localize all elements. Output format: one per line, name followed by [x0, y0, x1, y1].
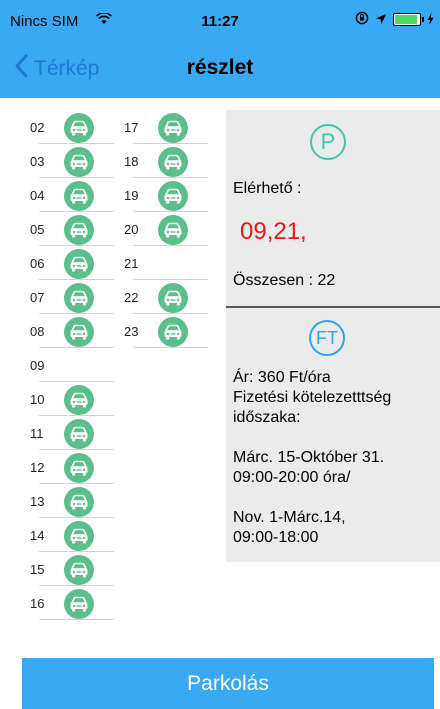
car-icon: [64, 317, 94, 347]
price-line: időszaka:: [233, 409, 301, 426]
car-icon: [64, 419, 94, 449]
spot-number: 05: [30, 222, 45, 237]
car-icon: [64, 215, 94, 245]
car-icon: [158, 181, 188, 211]
available-spots: 09,21,: [240, 218, 307, 245]
spot-number: 02: [30, 120, 45, 135]
car-icon: [158, 317, 188, 347]
spot-number: 21: [124, 256, 139, 271]
rotation-lock-icon: [355, 11, 369, 28]
spot-row-18[interactable]: 18: [118, 144, 218, 178]
car-icon: [64, 589, 94, 619]
header: Nincs SIM 11:27 Térkép részlet: [0, 0, 440, 98]
available-label: Elérhető :: [233, 180, 302, 197]
navbar: Térkép részlet: [0, 44, 440, 94]
row-separator: [133, 347, 208, 348]
spot-number: 10: [30, 392, 45, 407]
price-line: Fizetési kötelezetttség: [233, 389, 392, 406]
spot-number: 06: [30, 256, 45, 271]
spot-number: 20: [124, 222, 139, 237]
car-icon: [158, 113, 188, 143]
spot-row-16[interactable]: 16: [24, 586, 124, 620]
spot-number: 08: [30, 324, 45, 339]
spot-number: 09: [30, 358, 45, 373]
spot-number: 22: [124, 290, 139, 305]
spot-row-21[interactable]: 21: [118, 246, 218, 280]
spot-number: 03: [30, 154, 45, 169]
spot-row-12[interactable]: 12: [24, 450, 124, 484]
parking-icon: P: [310, 124, 346, 160]
car-icon: [64, 283, 94, 313]
spot-number: 18: [124, 154, 139, 169]
spot-row-23[interactable]: 23: [118, 314, 218, 348]
spot-row-06[interactable]: 06: [24, 246, 124, 280]
spot-number: 14: [30, 528, 45, 543]
spot-row-22[interactable]: 22: [118, 280, 218, 314]
status-bar: Nincs SIM 11:27: [0, 0, 440, 40]
parking-button[interactable]: Parkolás: [22, 658, 434, 709]
spot-row-17[interactable]: 17: [118, 110, 218, 144]
spot-row-13[interactable]: 13: [24, 484, 124, 518]
spot-row-19[interactable]: 19: [118, 178, 218, 212]
price-info: Ár: 360 Ft/óra Fizetési kötelezetttség idő…: [233, 368, 438, 548]
spot-row-04[interactable]: 04: [24, 178, 124, 212]
car-icon: [64, 113, 94, 143]
car-icon: [158, 215, 188, 245]
spot-number: 13: [30, 494, 45, 509]
price-line: Márc. 15-Október 31.: [233, 449, 385, 466]
spot-number: 16: [30, 596, 45, 611]
car-icon: [64, 487, 94, 517]
spot-row-11[interactable]: 11: [24, 416, 124, 450]
total-spots: Összesen : 22: [233, 272, 336, 289]
spot-number: 04: [30, 188, 45, 203]
location-arrow-icon: [375, 12, 387, 28]
spot-row-03[interactable]: 03: [24, 144, 124, 178]
price-line: [233, 428, 438, 448]
car-icon: [64, 249, 94, 279]
car-icon: [64, 385, 94, 415]
spot-row-14[interactable]: 14: [24, 518, 124, 552]
price-line: 09:00-20:00 óra/: [233, 469, 351, 486]
spot-number: 15: [30, 562, 45, 577]
price-line: [233, 488, 438, 508]
spot-row-10[interactable]: 10: [24, 382, 124, 416]
spot-row-08[interactable]: 08: [24, 314, 124, 348]
battery-icon: [393, 13, 424, 26]
spot-number: 07: [30, 290, 45, 305]
car-icon: [158, 283, 188, 313]
price-line: 09:00-18:00: [233, 529, 319, 546]
spot-number: 19: [124, 188, 139, 203]
spot-number: 12: [30, 460, 45, 475]
price-line: Nov. 1-Márc.14,: [233, 509, 346, 526]
spot-number: 17: [124, 120, 139, 135]
car-icon: [64, 181, 94, 211]
page-title: részlet: [186, 56, 254, 79]
spot-number: 11: [30, 426, 44, 441]
info-panel: P Elérhető : 09,21, Összesen : 22 FT Ár:…: [226, 110, 440, 562]
car-icon: [64, 453, 94, 483]
spot-number: 23: [124, 324, 139, 339]
spot-row-07[interactable]: 07: [24, 280, 124, 314]
spot-row-02[interactable]: 02: [24, 110, 124, 144]
spot-row-15[interactable]: 15: [24, 552, 124, 586]
car-icon: [64, 147, 94, 177]
price-icon: FT: [309, 320, 345, 356]
spot-row-20[interactable]: 20: [118, 212, 218, 246]
car-icon: [158, 147, 188, 177]
price-line: Ár: 360 Ft/óra: [233, 369, 331, 386]
car-icon: [64, 555, 94, 585]
divider: [226, 306, 440, 308]
car-icon: [64, 521, 94, 551]
spot-row-09[interactable]: 09: [24, 348, 124, 382]
spot-row-05[interactable]: 05: [24, 212, 124, 246]
row-separator: [39, 619, 114, 620]
charging-bolt-icon: [427, 12, 434, 28]
status-icons: [355, 11, 434, 28]
